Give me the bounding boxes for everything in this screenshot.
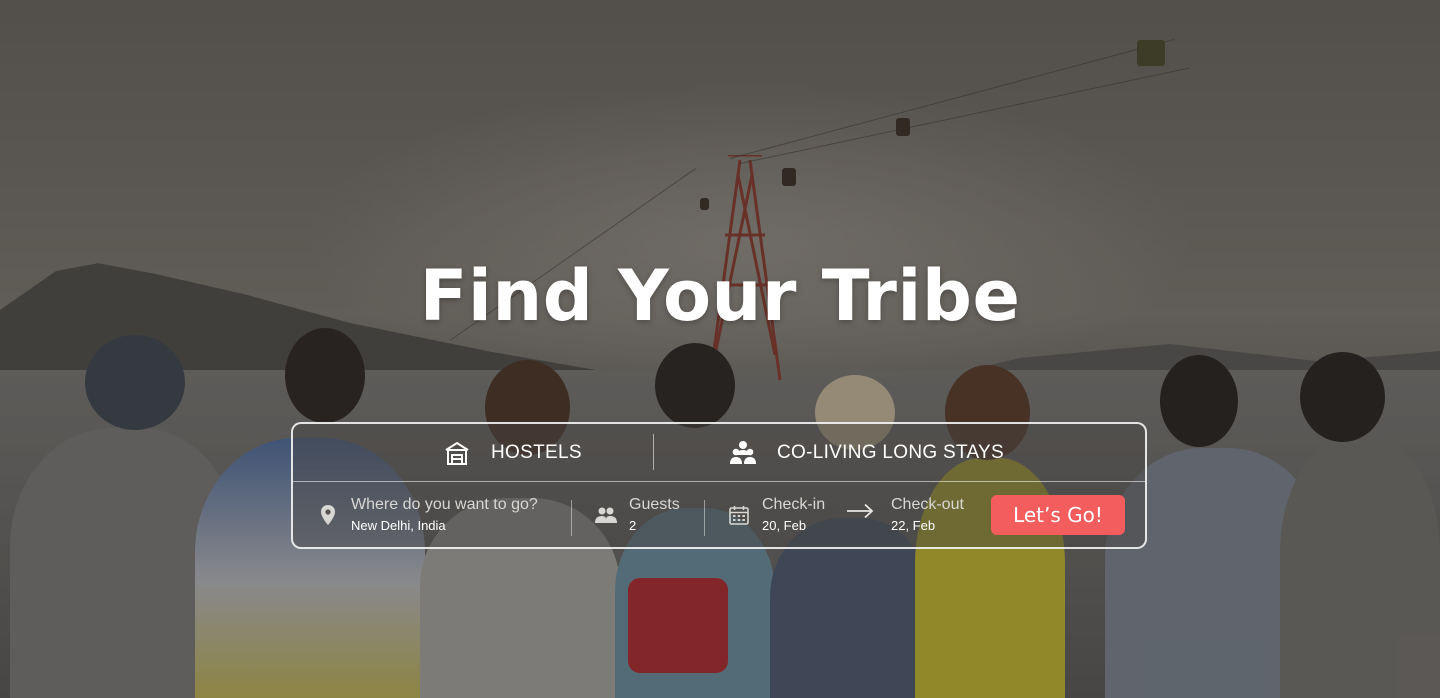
check-out-value: 22, Feb xyxy=(891,518,936,533)
check-in-value: 20, Feb xyxy=(762,518,807,533)
arrow-right-icon xyxy=(846,503,874,524)
search-panel: HOSTELS CO-LIVING LONG STAYS Where do yo… xyxy=(291,422,1147,549)
page-title: Find Your Tribe xyxy=(419,254,1021,337)
destination-value: New Delhi, India xyxy=(351,518,446,533)
guests-icon xyxy=(595,504,617,526)
tab-coliving-label: CO-LIVING LONG STAYS xyxy=(777,441,1005,463)
tab-hostels[interactable]: HOSTELS xyxy=(443,424,582,481)
tab-divider xyxy=(653,434,654,470)
tab-coliving-long-stays[interactable]: CO-LIVING LONG STAYS xyxy=(729,424,1004,481)
group-people-icon xyxy=(729,439,757,467)
check-in-field[interactable]: Check-in 20, Feb xyxy=(728,481,825,549)
hostel-building-icon xyxy=(443,439,471,467)
location-pin-icon xyxy=(317,504,339,526)
calendar-icon xyxy=(728,504,750,526)
guests-value: 2 xyxy=(629,518,637,533)
check-in-label: Check-in xyxy=(762,496,826,513)
hero-dim-overlay xyxy=(0,0,1440,698)
destination-field[interactable]: Where do you want to go? New Delhi, Indi… xyxy=(317,481,538,549)
search-tabs: HOSTELS CO-LIVING LONG STAYS xyxy=(293,424,1145,482)
check-out-label: Check-out xyxy=(891,496,964,513)
tab-hostels-label: HOSTELS xyxy=(491,441,582,463)
destination-label: Where do you want to go? xyxy=(351,496,538,513)
field-divider xyxy=(704,500,705,536)
guests-field[interactable]: Guests 2 xyxy=(595,481,680,549)
guests-label: Guests xyxy=(629,496,680,513)
lets-go-button[interactable]: Let’s Go! xyxy=(991,495,1125,535)
hero-background xyxy=(0,0,1440,698)
field-divider xyxy=(571,500,572,536)
check-out-field[interactable]: Check-out 22, Feb xyxy=(891,481,964,549)
search-fields: Where do you want to go? New Delhi, Indi… xyxy=(293,481,1145,549)
